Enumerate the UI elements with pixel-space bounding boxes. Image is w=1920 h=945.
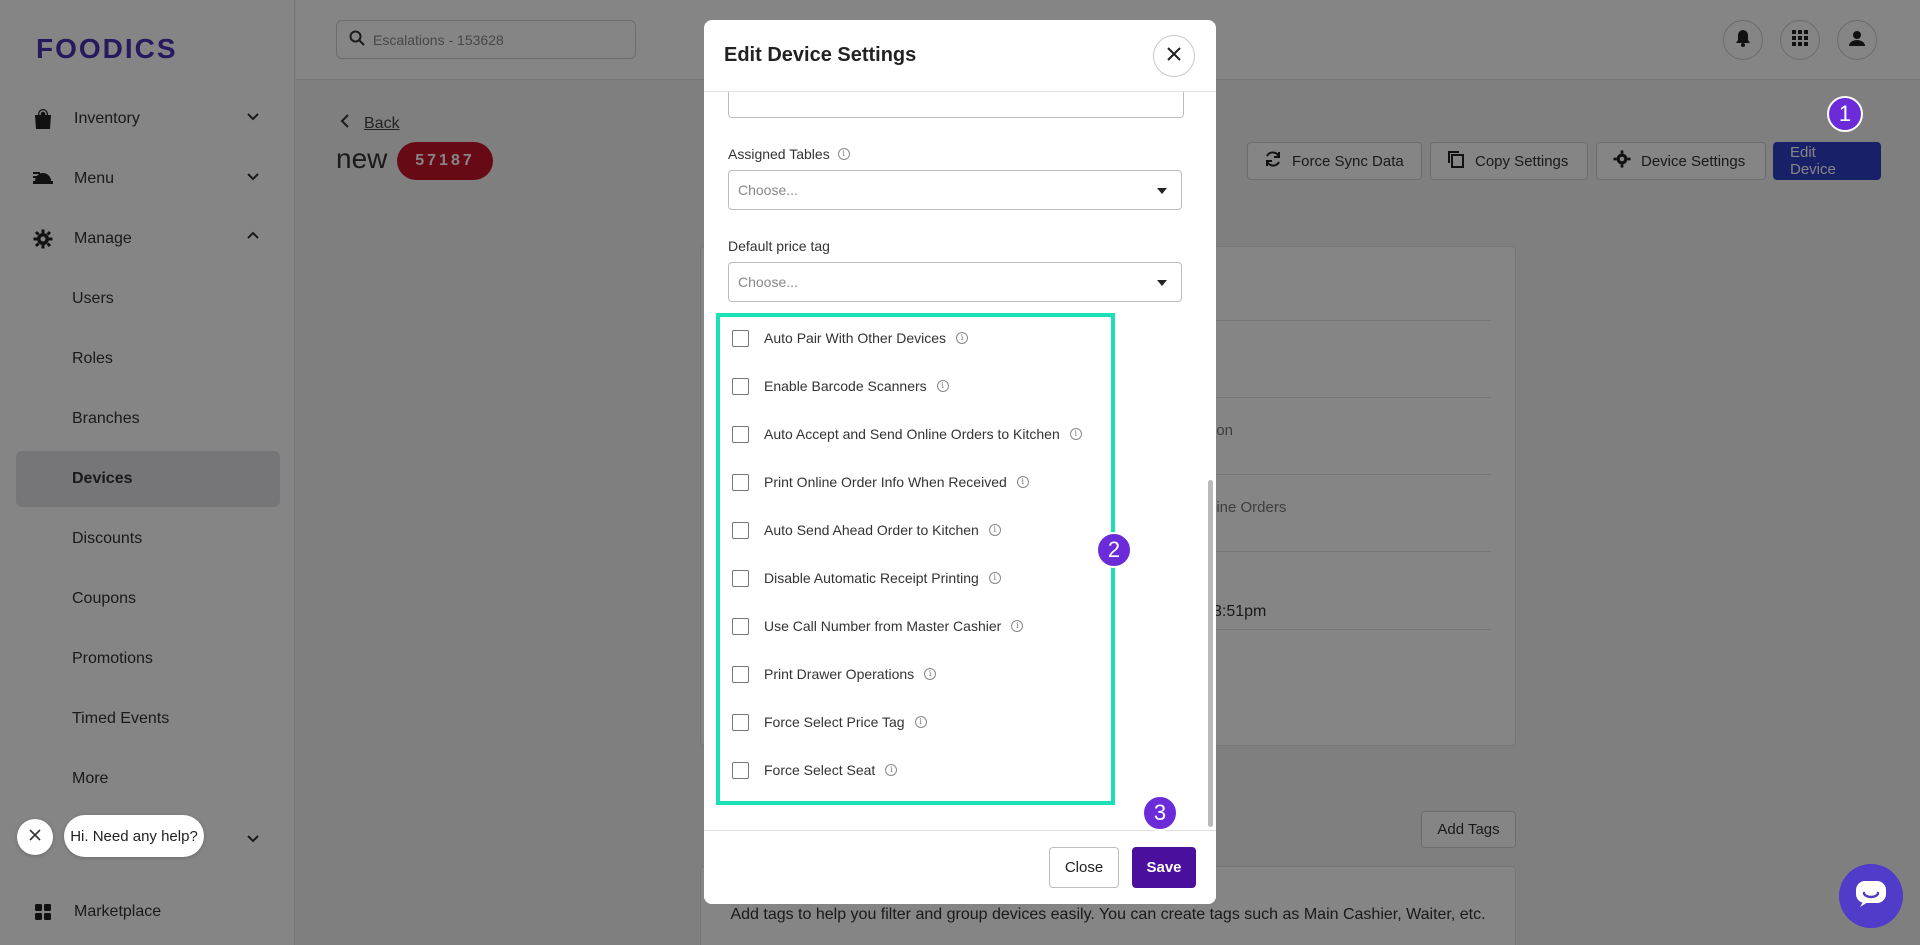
caret-down-icon — [1157, 188, 1167, 194]
select-placeholder: Choose... — [738, 274, 798, 290]
assigned-tables-label: Assigned Tables i — [728, 146, 850, 162]
caret-down-icon — [1157, 280, 1167, 286]
step-marker: 2 — [1096, 532, 1132, 568]
checkbox-group-highlight — [716, 313, 1115, 805]
step-marker: 1 — [1827, 96, 1863, 132]
save-button[interactable]: Save — [1132, 847, 1196, 888]
label-text: Assigned Tables — [728, 146, 830, 162]
close-icon — [29, 828, 41, 846]
label-text: Default price tag — [728, 238, 830, 254]
help-dismiss-button[interactable] — [17, 819, 53, 855]
help-bubble[interactable]: Hi. Need any help? — [64, 815, 204, 857]
modal-title: Edit Device Settings — [724, 44, 917, 66]
modal-scrollbar[interactable] — [1208, 480, 1213, 827]
previous-field-input[interactable] — [728, 92, 1184, 118]
select-placeholder: Choose... — [738, 182, 798, 198]
assigned-tables-select[interactable]: Choose... — [728, 170, 1182, 210]
chat-launcher-button[interactable] — [1839, 864, 1903, 928]
info-icon[interactable]: i — [837, 148, 850, 160]
default-price-tag-label: Default price tag — [728, 238, 830, 254]
step-marker: 3 — [1142, 795, 1178, 831]
close-icon — [1167, 46, 1181, 66]
chat-icon — [1855, 880, 1887, 913]
modal-close-button[interactable] — [1153, 35, 1195, 77]
close-button[interactable]: Close — [1049, 847, 1119, 888]
default-price-tag-select[interactable]: Choose... — [728, 262, 1182, 302]
